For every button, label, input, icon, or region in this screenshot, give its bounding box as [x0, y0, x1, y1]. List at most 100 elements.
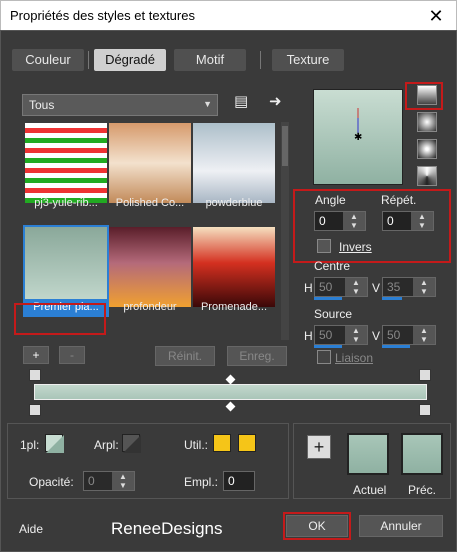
center-h-slider[interactable]: [314, 297, 342, 300]
util-swatch-2[interactable]: [238, 434, 256, 452]
gradient-thumb[interactable]: pj3-yule-rib...: [25, 123, 107, 211]
tab-couleur[interactable]: Couleur: [12, 49, 84, 71]
gradient-thumb-selected[interactable]: Premier pla...: [23, 225, 109, 317]
rectangular-style-button[interactable]: [417, 112, 437, 132]
remove-stop-button[interactable]: -: [59, 346, 85, 364]
repeat-spinner[interactable]: 0 ▲ ▼: [382, 211, 434, 231]
gradient-preview: [193, 123, 275, 203]
dialog-body: Couleur Dégradé Motif Texture Tous ▼ ▤ ➜…: [0, 30, 457, 552]
opacity-stop-right[interactable]: [419, 369, 431, 381]
source-v-spinner[interactable]: 50 ▲ ▼: [382, 325, 436, 345]
spin-arrows-icon[interactable]: ▲ ▼: [413, 326, 435, 344]
previous-label: Préc.: [408, 483, 437, 497]
util-swatch-1[interactable]: [213, 434, 231, 452]
help-link[interactable]: Aide: [19, 522, 43, 536]
gradient-thumb[interactable]: Polished Co...: [109, 123, 191, 211]
gradient-preview: [109, 123, 191, 203]
util-label: Util.:: [184, 438, 208, 452]
spin-arrows-icon[interactable]: ▲ ▼: [343, 212, 365, 230]
invert-label: Invers: [339, 240, 372, 254]
radial-style-button[interactable]: [417, 139, 437, 159]
background-stop-swatch[interactable]: [122, 434, 141, 453]
gradient-thumb[interactable]: powderblue: [193, 123, 275, 211]
window-title: Propriétés des styles et textures: [10, 8, 195, 23]
current-swatch[interactable]: [347, 433, 389, 475]
color-stop-left[interactable]: [29, 404, 41, 416]
stop-color-swatch[interactable]: [45, 434, 64, 453]
angle-spinner[interactable]: 0 ▲ ▼: [314, 211, 366, 231]
location-field[interactable]: 0: [223, 471, 255, 491]
corner-triangle-icon: [46, 435, 64, 453]
library-icon[interactable]: ▤: [234, 92, 248, 110]
corner-triangle-icon: [123, 435, 141, 453]
source-v-value: 50: [387, 328, 401, 342]
gallery-scrollbar[interactable]: [281, 122, 289, 340]
arpl-label: Arpl:: [94, 438, 119, 452]
center-label: Centre: [314, 259, 351, 273]
save-gradient-button[interactable]: Enreg.: [227, 346, 287, 366]
angle-value: 0: [319, 214, 326, 228]
center-v-label: V: [372, 281, 381, 295]
gradient-preview: [25, 227, 107, 307]
source-h-slider[interactable]: [314, 345, 342, 348]
center-h-label: H: [304, 281, 313, 295]
source-h-value: 50: [319, 328, 333, 342]
cancel-button[interactable]: Annuler: [359, 515, 443, 537]
opl-label: 1pl:: [20, 438, 40, 452]
thumb-label: pj3-yule-rib...: [34, 197, 98, 209]
center-h-spinner[interactable]: 50 ▲ ▼: [314, 277, 368, 297]
source-h-spinner[interactable]: 50 ▲ ▼: [314, 325, 368, 345]
arrow-right-icon[interactable]: ➜: [269, 92, 282, 110]
title-bar: Propriétés des styles et textures ✕: [0, 0, 457, 30]
tab-degrade[interactable]: Dégradé: [94, 49, 166, 71]
reset-button[interactable]: Réinit.: [155, 346, 215, 366]
sunburst-style-button[interactable]: [417, 166, 437, 186]
previous-swatch[interactable]: [401, 433, 443, 475]
color-stop-right[interactable]: [419, 404, 431, 416]
repeat-label: Répét.: [381, 193, 417, 207]
close-button[interactable]: ✕: [424, 4, 448, 28]
current-label: Actuel: [353, 483, 387, 497]
center-h-value: 50: [319, 280, 333, 294]
gradient-preview: [25, 123, 107, 203]
chevron-down-icon: ▼: [203, 99, 212, 109]
thumb-label: powderblue: [205, 197, 263, 209]
source-v-slider[interactable]: [382, 345, 410, 348]
angle-label: Angle: [315, 193, 346, 207]
opacity-stop-left[interactable]: [29, 369, 41, 381]
spin-arrows-icon[interactable]: ▲ ▼: [411, 212, 433, 230]
invert-checkbox[interactable]: [317, 239, 331, 253]
category-dropdown[interactable]: Tous ▼: [22, 94, 218, 116]
tab-motif[interactable]: Motif: [174, 49, 246, 71]
highlight-box: [283, 512, 351, 540]
source-v-label: V: [372, 329, 381, 343]
source-h-label: H: [304, 329, 313, 343]
gradient-preview-large: ✱: [313, 89, 403, 185]
source-label: Source: [314, 307, 353, 321]
link-checkbox[interactable]: [317, 350, 331, 364]
location-value: 0: [228, 474, 235, 488]
add-to-swatches-button[interactable]: +: [307, 435, 331, 459]
svg-text:✱: ✱: [354, 132, 362, 143]
color-midpoint[interactable]: [225, 401, 236, 412]
add-stop-button[interactable]: +: [23, 346, 49, 364]
spin-arrows-icon[interactable]: ▲ ▼: [345, 326, 367, 344]
scrollbar-thumb[interactable]: [282, 126, 288, 166]
opacity-midpoint[interactable]: [225, 374, 236, 385]
tab-texture[interactable]: Texture: [272, 49, 344, 71]
opacity-label: Opacité:: [29, 475, 74, 489]
gradient-editor-bar[interactable]: [34, 384, 427, 400]
highlight-box: [405, 82, 443, 110]
empl-label: Empl.:: [184, 475, 219, 489]
center-marker-icon: ✱: [354, 108, 362, 143]
gradient-thumb[interactable]: Promenade...: [193, 227, 275, 315]
gradient-thumb[interactable]: profondeur: [109, 227, 191, 315]
center-v-spinner[interactable]: 35 ▲ ▼: [382, 277, 436, 297]
spin-arrows-icon[interactable]: ▲ ▼: [413, 278, 435, 296]
opacity-spinner[interactable]: 0 ▲ ▼: [83, 471, 135, 491]
spin-arrows-icon[interactable]: ▲ ▼: [345, 278, 367, 296]
highlight-box: [14, 303, 106, 335]
center-v-slider[interactable]: [382, 297, 402, 300]
spin-arrows-icon[interactable]: ▲ ▼: [112, 472, 134, 490]
repeat-value: 0: [387, 214, 394, 228]
